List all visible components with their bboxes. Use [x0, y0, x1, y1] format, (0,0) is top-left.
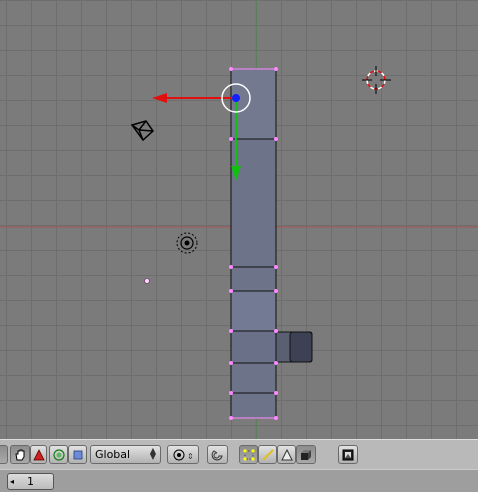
render-icon[interactable] — [338, 445, 358, 464]
scale-circle-icon[interactable] — [49, 445, 68, 464]
transform-orientation-select[interactable]: Global ▲ ▼ — [90, 445, 161, 464]
transform-orientation-label: Global — [95, 448, 131, 461]
arrow-left-icon[interactable]: ◂ — [10, 477, 14, 486]
svg-text:⇕: ⇕ — [187, 452, 194, 461]
view-menu-button[interactable] — [0, 445, 8, 464]
face-select-icon[interactable] — [277, 445, 296, 464]
vertex-select-icon[interactable] — [239, 445, 258, 464]
edge-select-icon[interactable] — [258, 445, 277, 464]
hand-grab-icon[interactable] — [10, 445, 30, 464]
3d-viewport[interactable] — [0, 0, 478, 439]
lamp-icon[interactable] — [176, 232, 198, 254]
rotate-triangle-icon[interactable] — [30, 445, 47, 464]
object-origin-icon — [232, 94, 240, 102]
camera-icon[interactable] — [130, 120, 154, 142]
cube-occlude-icon[interactable] — [296, 445, 316, 464]
square-icon[interactable] — [68, 445, 87, 464]
current-frame-value: 1 — [27, 475, 34, 488]
viewport-canvas[interactable] — [0, 0, 478, 439]
3d-cursor-icon[interactable] — [362, 66, 391, 94]
viewport-header: Global ▲ ▼ ⇕ — [0, 439, 478, 469]
empty-point-icon[interactable] — [144, 278, 150, 284]
magnet-snap-icon[interactable] — [207, 445, 228, 464]
manipulator-widget[interactable] — [152, 83, 251, 181]
current-frame-field[interactable]: ◂ 1 — [7, 473, 54, 490]
mesh-object[interactable] — [229, 67, 313, 420]
timeline-bar: ◂ 1 — [0, 469, 478, 492]
x-arrow-icon — [152, 93, 167, 103]
pivot-circle-icon[interactable]: ⇕ — [167, 445, 199, 464]
up-down-arrows-icon: ▲ ▼ — [149, 446, 156, 461]
